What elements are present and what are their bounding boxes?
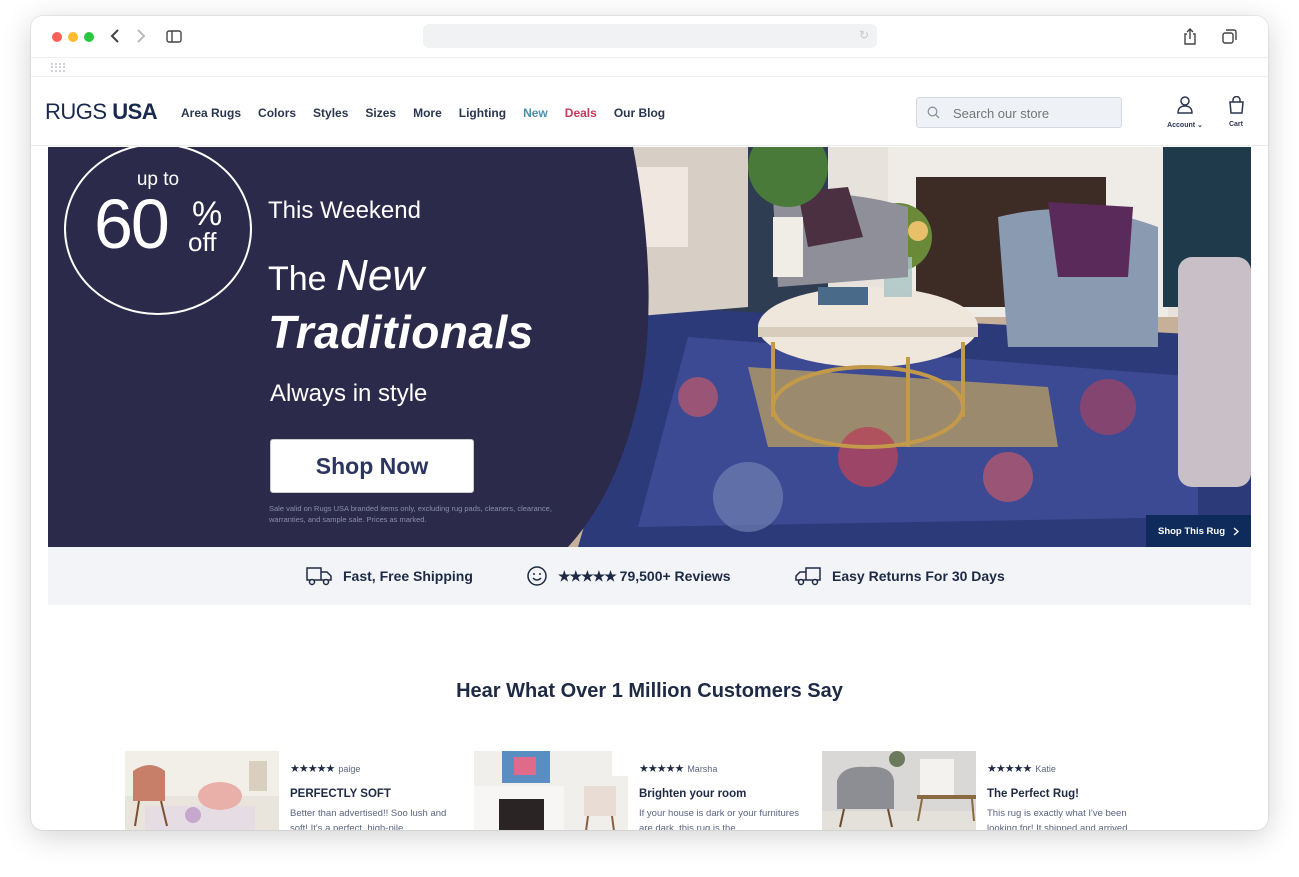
cart-button[interactable]: Cart xyxy=(1224,95,1248,128)
site-header: RUGS USA Area Rugs Colors Styles Sizes More L… xyxy=(31,77,1268,146)
search-input[interactable] xyxy=(953,103,1113,123)
shop-this-rug-label: Shop This Rug xyxy=(1157,525,1226,537)
nav-link-styles[interactable]: Styles xyxy=(313,106,348,120)
review-text: If your house is dark or your furnitures… xyxy=(639,808,799,830)
hero-the: The xyxy=(268,260,327,298)
cart-label: Cart xyxy=(1228,121,1243,128)
hero-tagline: Always in style xyxy=(270,380,428,407)
badge-percent: 60 xyxy=(94,185,170,263)
nav-link-deals[interactable]: Deals xyxy=(565,106,597,120)
review-title: PERFECTLY SOFT xyxy=(290,788,391,800)
close-window-button[interactable] xyxy=(52,31,62,42)
tabs-overview-button[interactable] xyxy=(1220,26,1238,46)
browser-window: ↻ RUGS USA Area Rugs Colors Styles Sizes Mor… xyxy=(31,16,1268,830)
review-photo xyxy=(125,751,279,830)
shop-now-button[interactable]: Shop Now xyxy=(270,439,474,493)
nav-link-lighting[interactable]: Lighting xyxy=(459,106,506,120)
trust-stars: ★★★★★ xyxy=(558,567,617,584)
review-author: paige xyxy=(338,764,361,774)
review-title: Brighten your room xyxy=(639,788,747,800)
nav-link-our-blog[interactable]: Our Blog xyxy=(614,106,665,120)
main-nav: Area Rugs Colors Styles Sizes More Lighting Ne… xyxy=(181,106,682,120)
nav-link-sizes[interactable]: Sizes xyxy=(365,106,396,120)
nav-link-more[interactable]: More xyxy=(413,106,442,120)
logo-text-bold: USA xyxy=(112,99,158,124)
badge-percent-sign: % xyxy=(192,195,223,233)
hero-headline-2: Traditionals xyxy=(268,306,534,358)
review-card[interactable]: ★★★★★ Marsha Brighten your room If your h… xyxy=(474,751,804,830)
tab-strip xyxy=(31,57,1268,77)
logo-text-light: RUGS xyxy=(45,99,107,124)
review-stars: ★★★★★ xyxy=(290,763,335,775)
review-card[interactable]: ★★★★★ paige PERFECTLY SOFT Better than ad… xyxy=(125,751,455,830)
hero-fineprint: Sale valid on Rugs USA branded items onl… xyxy=(269,504,552,524)
truck-icon xyxy=(306,567,332,586)
hero-banner[interactable]: up to 60 % off This Weekend The New Trad… xyxy=(48,147,1251,547)
hero-new: New xyxy=(336,251,425,300)
chevron-right-icon xyxy=(137,29,146,43)
trust-shipping-label: Fast, Free Shipping xyxy=(343,568,473,584)
review-photo xyxy=(822,751,976,830)
review-author: Katie xyxy=(1035,764,1056,774)
review-text: This rug is exactly what I've been looki… xyxy=(987,808,1128,830)
chevron-down-icon: ⌄ xyxy=(1197,122,1203,129)
account-button[interactable]: Account ⌄ xyxy=(1163,96,1207,129)
account-label: Account xyxy=(1167,122,1196,129)
trust-returns: Easy Returns For 30 Days xyxy=(794,547,1005,605)
share-icon xyxy=(1184,27,1196,45)
hero-headline-1: The New xyxy=(268,251,424,301)
back-button[interactable] xyxy=(105,26,125,46)
review-card[interactable]: ★★★★★ Katie The Perfect Rug! This rug is … xyxy=(822,751,1152,830)
traffic-lights xyxy=(52,31,94,42)
badge-off: off xyxy=(188,227,217,257)
reload-icon[interactable]: ↻ xyxy=(859,28,869,42)
hero-eyebrow: This Weekend xyxy=(268,197,421,224)
browser-toolbar: ↻ xyxy=(31,16,1268,57)
minimize-window-button[interactable] xyxy=(68,31,78,42)
shopping-bag-icon xyxy=(1228,95,1244,114)
user-icon xyxy=(1177,96,1193,114)
search-box xyxy=(916,97,1122,128)
chevron-left-icon xyxy=(110,29,119,43)
smiley-icon xyxy=(527,566,547,586)
review-photo xyxy=(474,751,628,830)
search-icon[interactable] xyxy=(927,106,940,119)
apps-grid-icon[interactable] xyxy=(51,63,65,72)
trust-shipping: Fast, Free Shipping xyxy=(305,547,473,605)
review-stars: ★★★★★ xyxy=(987,763,1032,775)
forward-button[interactable] xyxy=(131,26,151,46)
trust-returns-label: Easy Returns For 30 Days xyxy=(832,568,1005,584)
nav-link-area-rugs[interactable]: Area Rugs xyxy=(181,106,241,120)
sidebar-toggle-button[interactable] xyxy=(164,26,184,46)
nav-link-colors[interactable]: Colors xyxy=(258,106,296,120)
address-bar[interactable]: ↻ xyxy=(423,24,877,48)
trust-bar: Fast, Free Shipping ★★★★★ 79,500+ Review… xyxy=(48,547,1251,605)
review-stars: ★★★★★ xyxy=(639,763,684,775)
review-text: Better than advertised!! Soo lush and so… xyxy=(290,808,447,830)
reviews-section-title: Hear What Over 1 Million Customers Say xyxy=(456,680,843,702)
sidebar-icon xyxy=(166,29,182,43)
chevron-right-icon xyxy=(1233,526,1240,536)
shop-this-rug-button[interactable]: Shop This Rug xyxy=(1146,515,1251,547)
nav-link-new[interactable]: New xyxy=(523,106,548,120)
review-title: The Perfect Rug! xyxy=(987,788,1080,800)
tabs-icon xyxy=(1221,28,1237,44)
return-truck-icon xyxy=(795,567,821,586)
trust-reviews-label: 79,500+ Reviews xyxy=(619,567,731,584)
site-logo[interactable]: RUGS USA xyxy=(45,99,158,125)
discount-badge: up to 60 % off xyxy=(64,147,252,315)
trust-reviews[interactable]: ★★★★★ 79,500+ Reviews xyxy=(526,547,731,605)
zoom-window-button[interactable] xyxy=(84,31,94,42)
review-author: Marsha xyxy=(687,764,718,774)
share-button[interactable] xyxy=(1181,26,1199,46)
